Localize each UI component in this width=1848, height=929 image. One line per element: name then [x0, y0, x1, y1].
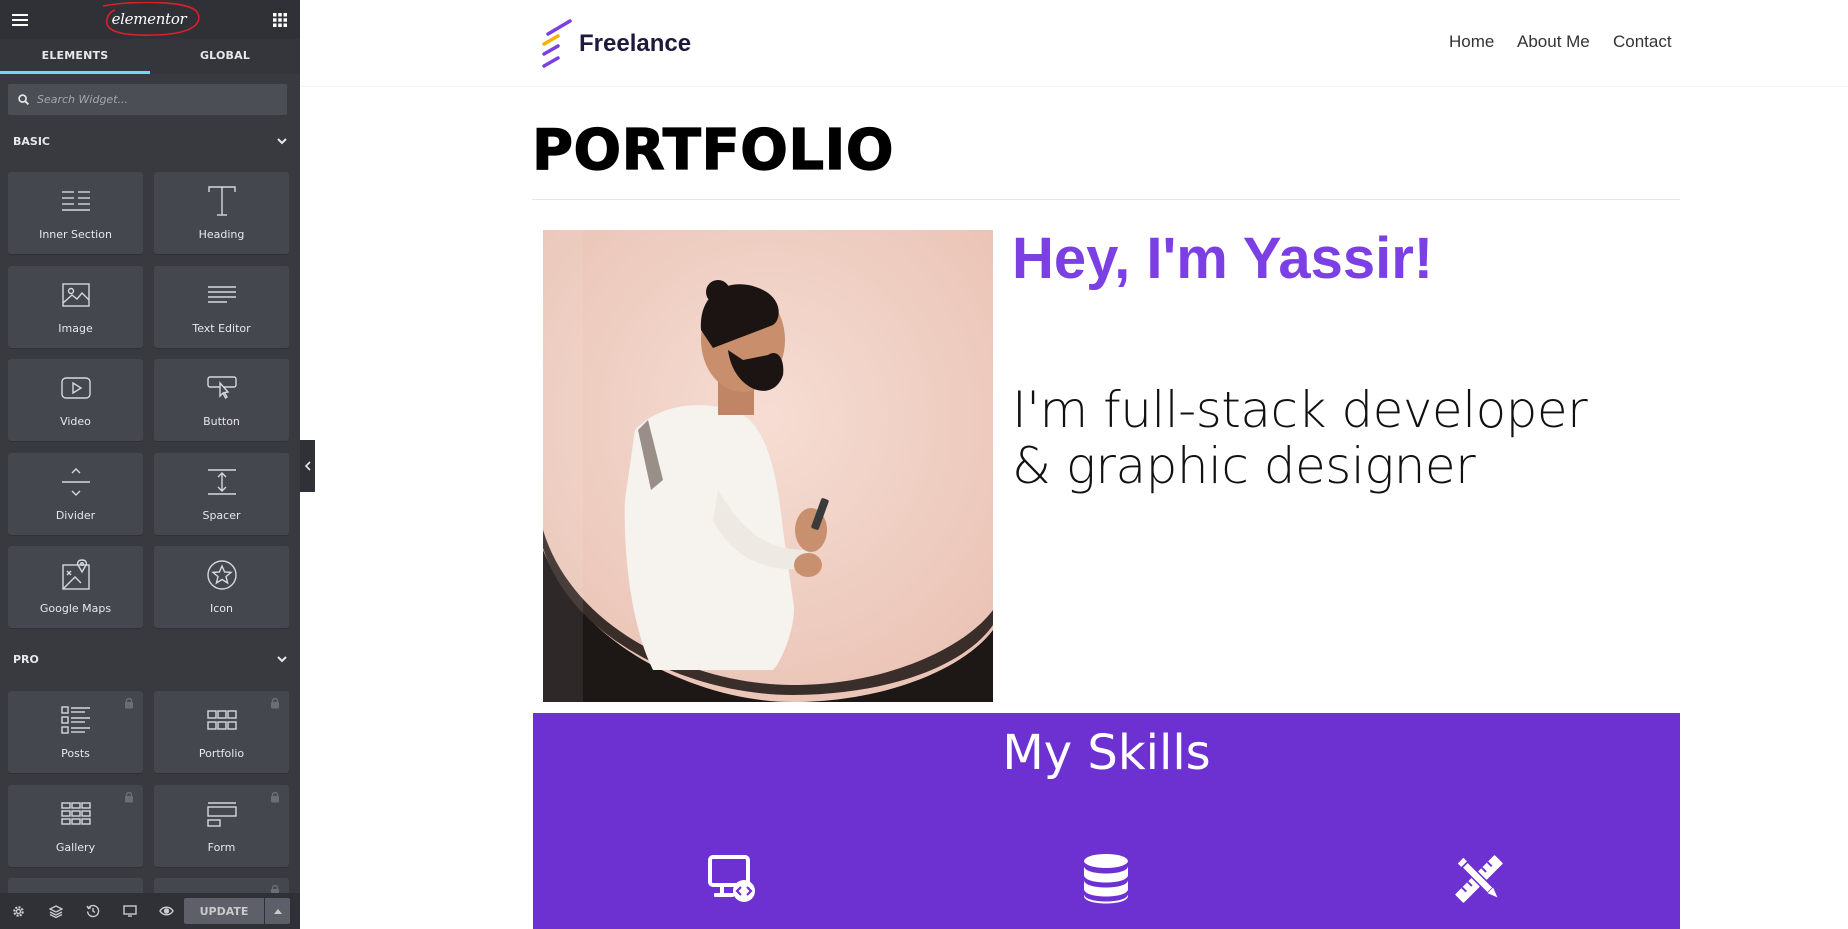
nav-contact[interactable]: Contact: [1613, 32, 1672, 52]
widget-form[interactable]: Form: [154, 785, 289, 867]
elementor-logo: elementor: [95, 2, 203, 36]
widget-gallery[interactable]: Gallery: [8, 785, 143, 867]
widget-label: Button: [203, 415, 240, 428]
portfolio-icon: [206, 710, 237, 730]
hero-heading: Hey, I'm Yassir!: [1012, 226, 1434, 291]
monitor-code-icon: [708, 855, 755, 902]
divider-icon: [61, 468, 90, 496]
hero-subtitle-line1: I'm full-stack developer: [1012, 381, 1588, 439]
section-pro-toggle[interactable]: PRO: [0, 647, 300, 671]
widget-label: Form: [207, 841, 236, 854]
widget-label: Gallery: [55, 841, 96, 854]
widget-label: Google Maps: [39, 602, 112, 615]
widget-label: Posts: [61, 747, 90, 760]
panel-tabs: ELEMENTS GLOBAL: [0, 39, 300, 74]
settings-icon[interactable]: [0, 893, 37, 929]
widget-label: Divider: [55, 509, 96, 522]
widget-video[interactable]: Video: [8, 359, 143, 441]
skills-section: My Skills: [533, 713, 1680, 929]
section-basic-toggle[interactable]: BASIC: [0, 129, 300, 153]
hero-subtitle-line2: & graphic designer: [1012, 437, 1476, 495]
update-options-button[interactable]: [265, 898, 290, 924]
widget-inner-section[interactable]: Inner Section: [8, 172, 143, 254]
page-title: PORTFOLIO: [531, 117, 894, 183]
star-icon: [206, 560, 237, 590]
preview-icon[interactable]: [148, 893, 185, 929]
search-icon: [18, 94, 29, 105]
heading-icon: [207, 186, 236, 216]
history-icon[interactable]: [74, 893, 111, 929]
inner-section-icon: [61, 191, 90, 211]
widget-posts[interactable]: Posts: [8, 691, 143, 773]
profile-photo: [543, 230, 993, 702]
logo-text: elementor: [111, 10, 187, 28]
text-editor-icon: [207, 286, 236, 303]
google-maps-icon: [61, 559, 90, 590]
brand-logo-icon: [542, 19, 572, 68]
header-divider: [300, 86, 1848, 87]
panel-footer: UPDATE: [0, 893, 300, 929]
update-button[interactable]: UPDATE: [184, 898, 264, 924]
widget-text-editor[interactable]: Text Editor: [154, 266, 289, 348]
gallery-icon: [60, 802, 91, 825]
search-widget-input[interactable]: [35, 92, 279, 107]
widget-icon[interactable]: Icon: [154, 546, 289, 628]
widget-divider[interactable]: Divider: [8, 453, 143, 535]
nav-home[interactable]: Home: [1449, 32, 1494, 52]
brand-name: Freelance: [579, 30, 692, 57]
search-box: [8, 84, 287, 115]
video-icon: [60, 377, 91, 399]
widget-portfolio[interactable]: Portfolio: [154, 691, 289, 773]
widget-spacer[interactable]: Spacer: [154, 453, 289, 535]
chevron-left-icon: [304, 461, 311, 471]
nav-about-me[interactable]: About Me: [1517, 32, 1590, 52]
tab-global[interactable]: GLOBAL: [150, 39, 300, 74]
section-basic-label: BASIC: [13, 134, 50, 148]
collapse-panel-button[interactable]: [300, 440, 315, 492]
button-icon: [206, 376, 237, 400]
skills-title: My Skills: [1002, 725, 1211, 781]
widget-heading[interactable]: Heading: [154, 172, 289, 254]
responsive-icon[interactable]: [111, 893, 148, 929]
design-tools-icon: [1455, 855, 1503, 903]
widget-label: Text Editor: [192, 322, 251, 335]
widget-button[interactable]: Button: [154, 359, 289, 441]
site-logo[interactable]: Freelance: [540, 18, 691, 70]
widget-image[interactable]: Image: [8, 266, 143, 348]
posts-icon: [60, 706, 90, 734]
spacer-icon: [207, 469, 236, 495]
chevron-down-icon: [277, 137, 287, 144]
title-divider: [532, 199, 1680, 200]
widget-label: Inner Section: [39, 228, 112, 241]
widget-label: Portfolio: [198, 747, 245, 760]
widget-label: Heading: [198, 228, 245, 241]
widget-label: Icon: [210, 602, 233, 615]
navigator-icon[interactable]: [37, 893, 74, 929]
tab-elements[interactable]: ELEMENTS: [0, 39, 150, 74]
database-icon: [1084, 854, 1128, 904]
caret-up-icon: [273, 908, 282, 914]
widget-label: Image: [58, 322, 93, 335]
menu-icon[interactable]: [0, 0, 40, 39]
widget-google-maps[interactable]: Google Maps: [8, 546, 143, 628]
widget-label: Video: [60, 415, 91, 428]
hero-subtitle: I'm full-stack developer & graphic desig…: [1012, 382, 1652, 494]
chevron-down-icon: [277, 655, 287, 662]
image-icon: [61, 283, 90, 307]
elementor-panel: elementor ELEMENTS GLOBAL BASIC Inner Se…: [0, 0, 300, 929]
section-pro-label: PRO: [13, 652, 39, 666]
widget-label: Spacer: [202, 509, 241, 522]
apps-grid-icon[interactable]: [260, 0, 300, 39]
form-icon: [206, 802, 237, 827]
